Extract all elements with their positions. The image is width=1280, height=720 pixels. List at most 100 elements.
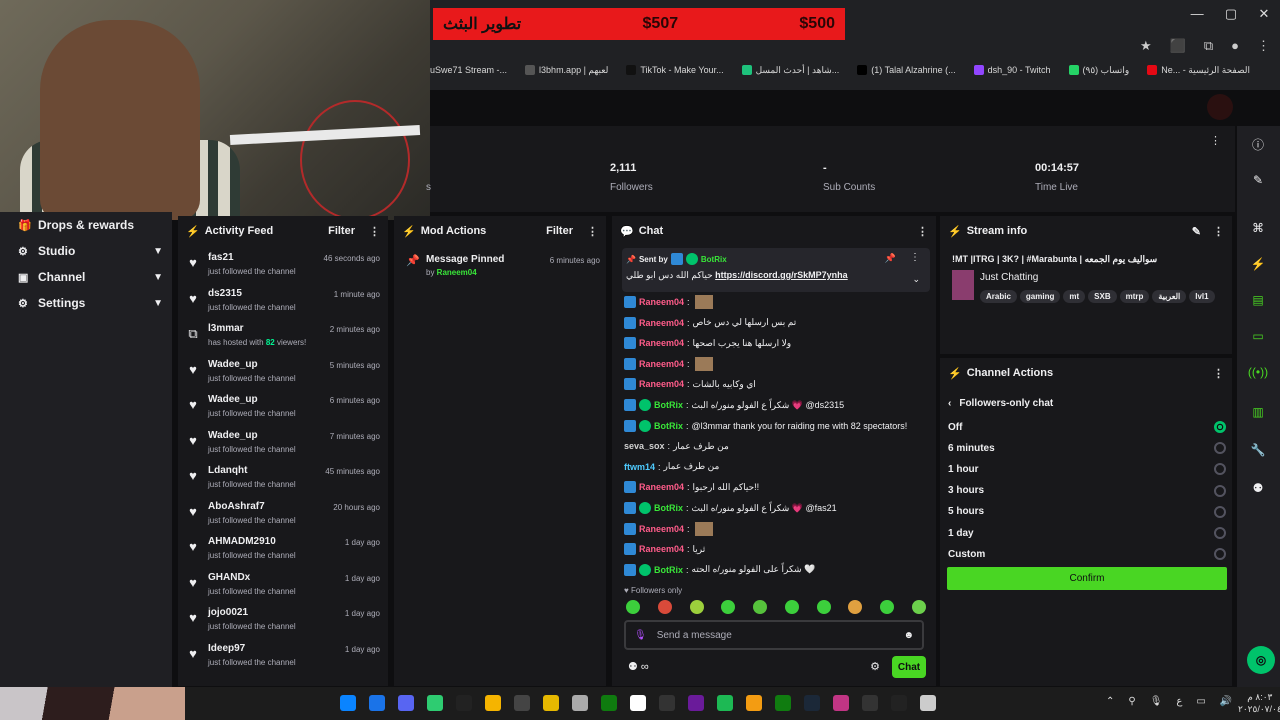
- wrench-icon[interactable]: 🔧: [1250, 442, 1266, 458]
- stats-menu-icon[interactable]: ⋮: [1210, 134, 1221, 147]
- bookmark-item[interactable]: dsh_90 - Twitch: [973, 65, 1051, 75]
- bookmark-item[interactable]: l3bhm.app | لعبهم: [525, 65, 608, 76]
- taskbar-app-icon[interactable]: [572, 695, 588, 711]
- followers-only-option[interactable]: 1 hour: [948, 460, 1226, 478]
- mic-icon[interactable]: 🎙: [1150, 696, 1163, 707]
- radio-button[interactable]: [1214, 421, 1226, 433]
- chat-username[interactable]: Raneem04: [639, 318, 684, 328]
- taskbar-app-icon[interactable]: [833, 695, 849, 711]
- chat-message[interactable]: Raneem04:: [624, 356, 924, 372]
- radio-button[interactable]: [1214, 527, 1226, 539]
- stream-tag[interactable]: gaming: [1019, 290, 1061, 303]
- gear-icon[interactable]: ⚙: [870, 660, 880, 673]
- activity-item[interactable]: ♥ AHMADM2910 just followed the channel 1 da…: [186, 536, 382, 570]
- followers-only-option[interactable]: 1 day: [948, 524, 1226, 542]
- activity-item[interactable]: ♥ Wadee_up just followed the channel 7 minu…: [186, 430, 382, 464]
- kebab-menu-icon[interactable]: ⋮: [1213, 367, 1224, 380]
- emote-icon[interactable]: [626, 600, 640, 614]
- extensions-icon[interactable]: ⚉: [1250, 480, 1266, 496]
- nav-channel[interactable]: ▣ Channel ▼: [18, 270, 163, 284]
- chat-bubble-icon[interactable]: ▭: [1250, 328, 1266, 344]
- edit-icon[interactable]: ✎: [1192, 225, 1201, 238]
- help-icon[interactable]: ◎: [1247, 646, 1275, 674]
- radio-button[interactable]: [1214, 442, 1226, 455]
- chat-message[interactable]: BotRix: شكراً على الفولو منور/ه الحته 🤍: [624, 562, 924, 578]
- followers-only-option[interactable]: Off: [948, 418, 1226, 436]
- extension-icon[interactable]: ⬛: [1170, 38, 1186, 54]
- taskbar-app-icon[interactable]: [775, 695, 791, 711]
- activity-user[interactable]: GHANDx: [208, 572, 250, 583]
- taskbar-app-icon[interactable]: [688, 695, 704, 711]
- activity-user[interactable]: fas21: [208, 252, 234, 263]
- chat-username[interactable]: seva_sox: [624, 441, 665, 451]
- minimize-button[interactable]: —: [1191, 6, 1204, 22]
- location-icon[interactable]: ⚲: [1128, 696, 1135, 707]
- chat-message[interactable]: BotRix: شكراً ع الفولو منور/ه البث 💗 @ds2…: [624, 397, 924, 413]
- chat-message[interactable]: Raneem04:: [624, 521, 924, 537]
- activity-user[interactable]: Ideep97: [208, 643, 245, 654]
- activity-user[interactable]: AHMADM2910: [208, 536, 276, 547]
- radio-button[interactable]: [1214, 463, 1226, 476]
- unpin-icon[interactable]: 📌: [885, 253, 896, 264]
- emote-icon[interactable]: [848, 600, 863, 614]
- chat-message[interactable]: Raneem04: ثريا: [624, 541, 924, 557]
- taskbar-app-icon[interactable]: [485, 695, 501, 711]
- activity-item[interactable]: ⧉ l3mmar has hosted with 82 viewers! 2 minu…: [186, 323, 382, 357]
- radio-button[interactable]: [1214, 484, 1226, 497]
- chat-message[interactable]: ftwm14: من طرف عمار: [624, 459, 924, 475]
- emoji-icon[interactable]: ☻: [903, 630, 914, 641]
- taskbar-app-icon[interactable]: [514, 695, 530, 711]
- taskbar-app-icon[interactable]: [398, 695, 414, 711]
- emote-icon[interactable]: [784, 600, 799, 614]
- chat-send-button[interactable]: Chat: [892, 656, 926, 678]
- profile-icon[interactable]: ●: [1231, 38, 1239, 54]
- stream-tag[interactable]: Arabic: [980, 290, 1017, 303]
- activity-item[interactable]: ♥ Ldanqht just followed the channel 45 minu…: [186, 465, 382, 499]
- taskbar-app-icon[interactable]: [717, 695, 733, 711]
- taskbar-app-icon[interactable]: [427, 695, 443, 711]
- chat-username[interactable]: Raneem04: [639, 338, 684, 348]
- followers-only-option[interactable]: 3 hours: [948, 482, 1226, 500]
- taskbar-app-icon[interactable]: [920, 695, 936, 711]
- followers-only-option[interactable]: 6 minutes: [948, 439, 1226, 457]
- chat-username[interactable]: BotRix: [654, 421, 683, 431]
- bookmark-item[interactable]: TikTok - Make Your...: [626, 65, 724, 75]
- activity-item[interactable]: ♥ AboAshraf7 just followed the channel 20 h…: [186, 501, 382, 535]
- close-button[interactable]: ✕: [1258, 6, 1269, 22]
- taskbar-app-icon[interactable]: [601, 695, 617, 711]
- activity-user[interactable]: jojo0021: [208, 607, 248, 618]
- activity-item[interactable]: ♥ Ideep97 just followed the channel 1 day a…: [186, 643, 382, 677]
- activity-item[interactable]: ♥ fas21 just followed the channel 46 second…: [186, 252, 382, 286]
- emote-icon[interactable]: [753, 600, 768, 614]
- volume-icon[interactable]: 🔊: [1220, 696, 1232, 707]
- emote-icon[interactable]: [880, 600, 895, 614]
- keyboard-language[interactable]: ع: [1176, 696, 1182, 707]
- maximize-button[interactable]: ▢: [1225, 6, 1237, 22]
- bolt-icon[interactable]: ⚡: [1250, 256, 1266, 272]
- taskbar-app-icon[interactable]: [340, 695, 356, 711]
- activity-item[interactable]: ♥ Wadee_up just followed the channel 5 minu…: [186, 359, 382, 393]
- stream-tag[interactable]: SXB: [1088, 290, 1117, 303]
- mic-icon[interactable]: 🎙: [634, 630, 647, 641]
- chevron-down-icon[interactable]: ⌄: [912, 274, 920, 285]
- followers-only-option[interactable]: 5 hours: [948, 503, 1226, 521]
- emote-icon[interactable]: [816, 600, 831, 614]
- filter-button[interactable]: Filter: [328, 225, 355, 237]
- taskbar-app-icon[interactable]: [456, 695, 472, 711]
- activity-user[interactable]: Wadee_up: [208, 359, 258, 370]
- bookmark-item[interactable]: uSwe71 Stream -...: [430, 65, 507, 75]
- clip-icon[interactable]: ⌘: [1250, 220, 1266, 236]
- chat-input[interactable]: 🎙 Send a message ☻: [624, 620, 924, 650]
- chat-message[interactable]: BotRix: شكراً ع الفولو منور/ه البث 💗 @fas…: [624, 500, 924, 516]
- emote-icon[interactable]: [911, 600, 926, 614]
- stream-tag[interactable]: mtrp: [1119, 290, 1150, 303]
- chat-username[interactable]: Raneem04: [639, 524, 684, 534]
- followers-only-back[interactable]: ‹ Followers-only chat: [948, 398, 1053, 409]
- kebab-menu-icon[interactable]: ⋮: [910, 252, 920, 263]
- emote-icon[interactable]: [657, 600, 672, 614]
- document-icon[interactable]: ▤: [1250, 292, 1266, 308]
- pinned-link[interactable]: https://discord.gg/rSkMP7ynha: [715, 270, 848, 280]
- chat-username[interactable]: Raneem04: [639, 359, 684, 369]
- puzzle-icon[interactable]: ⧉: [1204, 38, 1213, 54]
- bookmark-item[interactable]: (1) Talal Alzahrine (...: [857, 65, 956, 75]
